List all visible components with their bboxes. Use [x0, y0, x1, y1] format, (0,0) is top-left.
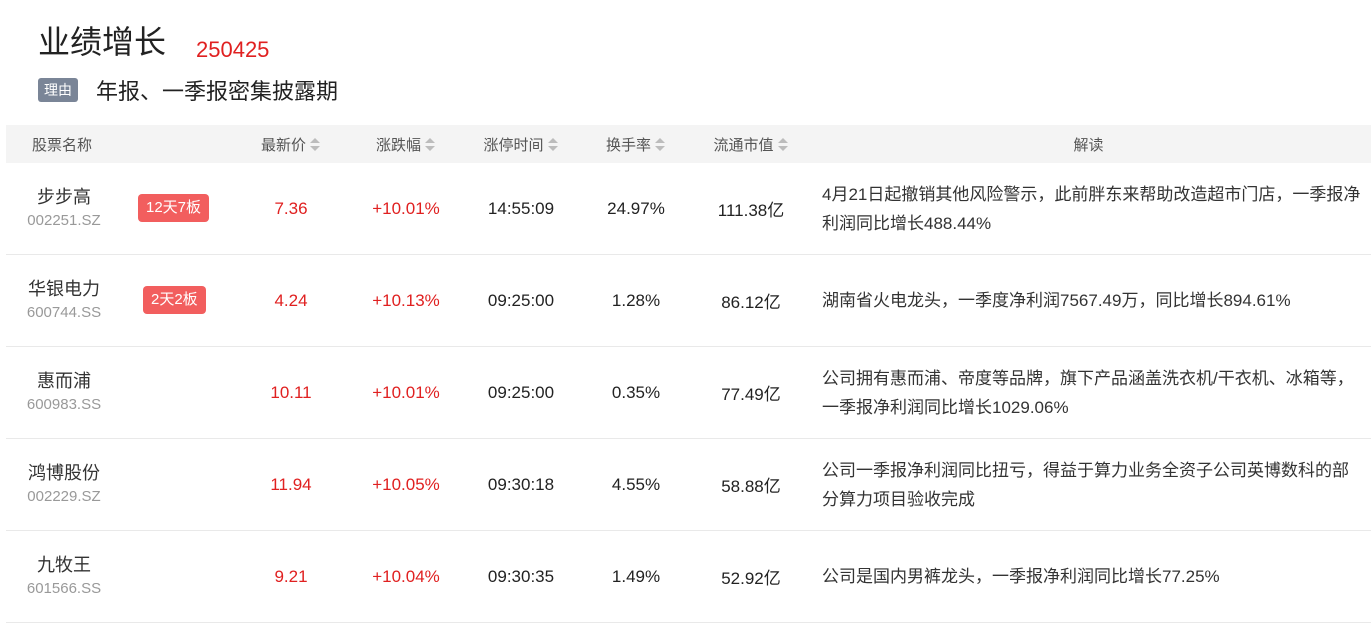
note-cell: 湖南省火电龙头，一季度净利润7567.49万，同比增长894.61% — [822, 291, 1291, 310]
table-header-row: 股票名称 最新价 涨跌幅 涨停时间 换手率 流通市值 解读 — [6, 125, 1371, 163]
sort-icon[interactable] — [654, 137, 666, 152]
streak-badge: 2天2板 — [143, 286, 206, 314]
note-cell: 公司拥有惠而浦、帝度等品牌，旗下产品涵盖洗衣机/干衣机、冰箱等，一季报净利润同比… — [822, 368, 1354, 417]
header-limit-time[interactable]: 涨停时间 — [466, 125, 576, 163]
stock-code: 002251.SZ — [27, 212, 101, 229]
page-header: 业绩增长 250425 理由 年报、一季报密集披露期 — [38, 20, 1371, 120]
limit-time-cell: 09:25:00 — [487, 382, 555, 402]
change-cell: +10.04% — [372, 566, 440, 586]
price-cell: 10.11 — [270, 382, 312, 402]
stock-code: 600744.SS — [26, 304, 102, 321]
reason-row: 理由 年报、一季报密集披露期 — [38, 76, 338, 104]
price-cell: 9.21 — [274, 566, 308, 586]
table-row[interactable]: 华银电力 600744.SS 2天2板 4.24 +10.13% 09:25:0… — [6, 255, 1371, 347]
stock-name[interactable]: 步步高 — [6, 183, 122, 209]
table-row[interactable]: 惠而浦 600983.SS 10.11 +10.01% 09:25:00 0.3… — [6, 347, 1371, 439]
market-cap-cell: 52.92亿 — [721, 569, 781, 588]
limit-time-cell: 09:25:00 — [487, 290, 555, 310]
market-cap-cell: 86.12亿 — [721, 293, 781, 312]
market-cap-cell: 77.49亿 — [721, 385, 781, 404]
streak-badge: 12天7板 — [138, 194, 210, 222]
price-cell: 7.36 — [274, 198, 308, 218]
stock-name[interactable]: 惠而浦 — [6, 367, 122, 393]
stock-name[interactable]: 鸿博股份 — [6, 459, 122, 485]
stock-code: 601566.SS — [26, 580, 102, 597]
stock-code: 002229.SZ — [27, 488, 101, 505]
turnover-cell: 24.97% — [607, 198, 665, 218]
change-cell: +10.05% — [372, 474, 440, 494]
page-title: 业绩增长 — [38, 24, 167, 60]
stock-name[interactable]: 九牧王 — [6, 551, 122, 577]
reason-tag: 理由 — [38, 78, 78, 102]
limit-time-cell: 09:30:35 — [487, 566, 555, 586]
note-cell: 4月21日起撤销其他风险警示，此前胖东来帮助改造超市门店，一季报净利润同比增长4… — [822, 184, 1361, 233]
stock-name[interactable]: 华银电力 — [6, 275, 122, 301]
table-row[interactable]: 九牧王 601566.SS 9.21 +10.04% 09:30:35 1.49… — [6, 531, 1371, 623]
turnover-cell: 1.49% — [611, 566, 661, 586]
sort-icon[interactable] — [424, 137, 436, 152]
limit-time-cell: 14:55:09 — [487, 198, 555, 218]
header-stock-name: 股票名称 — [32, 136, 93, 154]
turnover-cell: 1.28% — [611, 290, 661, 310]
note-cell: 公司是国内男裤龙头，一季报净利润同比增长77.25% — [822, 567, 1220, 586]
note-cell: 公司一季报净利润同比扭亏，得益于算力业务全资子公司英博数科的部分算力项目验收完成 — [822, 460, 1349, 509]
change-cell: +10.13% — [372, 290, 440, 310]
reason-text: 年报、一季报密集披露期 — [96, 79, 339, 104]
turnover-cell: 4.55% — [611, 474, 661, 494]
limit-time-cell: 09:30:18 — [487, 474, 555, 494]
header-market-cap[interactable]: 流通市值 — [696, 125, 806, 163]
table-row[interactable]: 步步高 002251.SZ 12天7板 7.36 +10.01% 14:55:0… — [6, 163, 1371, 255]
market-cap-cell: 58.88亿 — [721, 477, 781, 496]
price-cell: 4.24 — [274, 290, 308, 310]
sort-icon[interactable] — [309, 137, 321, 152]
stock-code: 600983.SS — [26, 396, 102, 413]
stock-table: 股票名称 最新价 涨跌幅 涨停时间 换手率 流通市值 解读 步步高 002251… — [6, 125, 1371, 623]
price-cell: 11.94 — [270, 474, 312, 494]
turnover-cell: 0.35% — [611, 382, 661, 402]
table-row[interactable]: 鸿博股份 002229.SZ 11.94 +10.05% 09:30:18 4.… — [6, 439, 1371, 531]
header-note: 解读 — [1073, 136, 1104, 154]
change-cell: +10.01% — [372, 382, 440, 402]
header-turnover[interactable]: 换手率 — [576, 125, 696, 163]
date-label: 250425 — [196, 37, 270, 62]
sort-icon[interactable] — [547, 137, 559, 152]
change-cell: +10.01% — [372, 198, 440, 218]
market-cap-cell: 111.38亿 — [717, 201, 785, 220]
header-price[interactable]: 最新价 — [236, 125, 346, 163]
header-change[interactable]: 涨跌幅 — [346, 125, 466, 163]
sort-icon[interactable] — [777, 137, 789, 152]
